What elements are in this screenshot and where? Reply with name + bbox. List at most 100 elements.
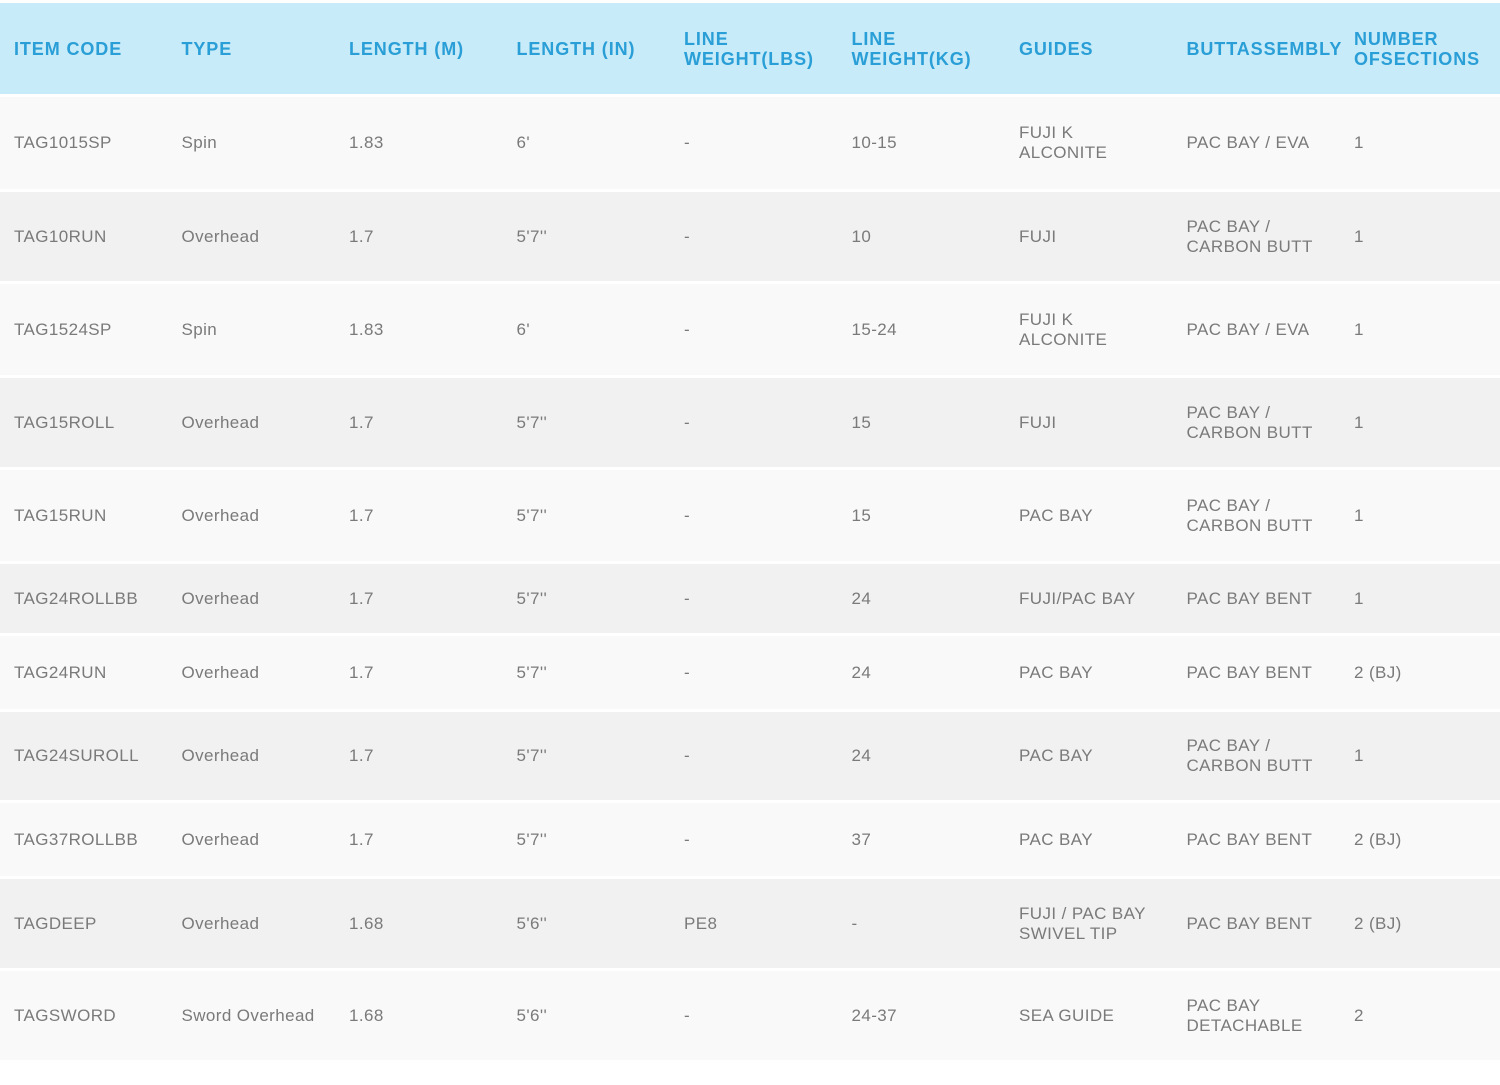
cell-line: TAG15RUN (14, 505, 107, 525)
table-cell: TAG24SUROLL (0, 712, 168, 803)
table-cell: 2 (BJ) (1340, 879, 1500, 971)
cell-line: FUJI (1019, 412, 1057, 432)
cell-line: ALCONITE (1019, 329, 1108, 349)
table-cell: Overhead (167, 378, 335, 470)
table-cell: 10 (837, 192, 1005, 284)
column-header: NUMBER OFSECTIONS (1340, 0, 1500, 97)
table-cell: PAC BAY (1005, 712, 1173, 803)
table-row: TAG15RUN Overhead 1.7 5'7'' - 15 PAC BAY PAC BA… (0, 470, 1500, 564)
column-header: LINE WEIGHT(LBS) (670, 0, 838, 97)
cell-line: 24-37 (851, 1005, 897, 1025)
cell-line: LENGTH (IN) (516, 38, 636, 59)
cell-line: 5'7'' (516, 412, 548, 432)
cell-line: - (684, 133, 691, 152)
table-cell: PAC BAY (1005, 470, 1173, 564)
cell-line: 1 (1354, 133, 1364, 152)
table-cell: 1.7 (335, 712, 503, 803)
cell-line: PAC BAY BENT (1186, 913, 1313, 933)
cell-line: 1.68 (349, 1005, 384, 1025)
cell-line: Overhead (181, 662, 260, 682)
table-row: TAG37ROLLBB Overhead 1.7 5'7'' - 37 PAC BAY PAC… (0, 803, 1500, 879)
cell-line: Overhead (181, 913, 260, 933)
table-cell: 2 (BJ) (1340, 636, 1500, 712)
table-cell: TAG1524SP (0, 284, 168, 378)
table-cell: 6' (502, 97, 670, 192)
cell-line: - (684, 505, 691, 525)
cell-line: TAG37ROLLBB (14, 829, 139, 849)
table-cell: Spin (167, 97, 335, 192)
table-cell: 1.83 (335, 97, 503, 192)
cell-line: 5'7'' (516, 588, 548, 608)
table-cell: 1 (1340, 97, 1500, 192)
cell-line: Overhead (181, 505, 260, 525)
cell-line: CARBON BUTT (1186, 515, 1313, 535)
cell-line: 1.7 (349, 505, 374, 525)
cell-line: CARBON BUTT (1186, 236, 1313, 256)
table-cell: 37 (837, 803, 1005, 879)
cell-line: 15 (851, 505, 872, 525)
cell-line: FUJI K (1019, 123, 1074, 142)
cell-line: PAC BAY / EVA (1186, 133, 1310, 152)
table-cell: FUJI K ALCONITE (1005, 284, 1173, 378)
table-cell: PAC BAY / CARBON BUTT (1172, 378, 1340, 470)
table-cell: PAC BAY (1005, 803, 1173, 879)
cell-line: FUJI K (1019, 309, 1074, 329)
table-cell: TAG10RUN (0, 192, 168, 284)
table-cell: SEA GUIDE (1005, 971, 1173, 1063)
cell-line: (KG) (928, 48, 972, 69)
cell-line: 1 (1354, 226, 1364, 246)
cell-line: SWIVEL TIP (1019, 923, 1118, 943)
cell-line: 1.7 (349, 226, 374, 246)
table-cell: FUJI / PAC BAY SWIVEL TIP (1005, 879, 1173, 971)
table-cell: 5'7'' (502, 636, 670, 712)
table-cell: 5'7'' (502, 712, 670, 803)
header-row: ITEM CODE TYPE LENGTH (M) LENGTH (IN) LINE W… (0, 0, 1500, 97)
cell-line: PE8 (684, 913, 718, 933)
table-cell: 5'6'' (502, 879, 670, 971)
cell-line: Overhead (181, 226, 260, 246)
table-cell: 1 (1340, 284, 1500, 378)
table-cell: - (837, 879, 1005, 971)
cell-line: 1.7 (349, 588, 374, 608)
cell-line: (LBS) (761, 48, 814, 69)
table-cell: PAC BAY / CARBON BUTT (1172, 470, 1340, 564)
table-cell: TAG15ROLL (0, 378, 168, 470)
cell-line: 15 (851, 412, 872, 432)
cell-line: - (684, 662, 691, 682)
cell-line: - (684, 412, 691, 432)
cell-line: Overhead (181, 829, 260, 849)
cell-line: PAC BAY / (1186, 736, 1271, 755)
cell-line: 6' (516, 133, 531, 152)
cell-line: 1 (1354, 746, 1364, 765)
table-cell: 5'7'' (502, 564, 670, 636)
table-cell: FUJI K ALCONITE (1005, 97, 1173, 192)
table-cell: - (670, 971, 838, 1063)
cell-line: LINE WEIGHT (851, 28, 929, 69)
cell-line: TAG24ROLLBB (14, 588, 139, 608)
table-cell: Overhead (167, 803, 335, 879)
cell-line: TYPE (181, 38, 233, 59)
cell-line: 2 (BJ) (1354, 662, 1402, 682)
table-cell: 1 (1340, 470, 1500, 564)
cell-line: 10-15 (851, 133, 897, 152)
table-row: TAG1015SP Spin 1.83 6' - 10-15 FUJI K ALCONITE P… (0, 97, 1500, 192)
table-row: TAG15ROLL Overhead 1.7 5'7'' - 15 FUJI PAC BAY … (0, 378, 1500, 470)
cell-line: 1 (1354, 505, 1364, 525)
table-body: TAG1015SP Spin 1.83 6' -10-15 FUJI K ALCONITE P… (0, 97, 1500, 1063)
cell-line: 24 (851, 746, 872, 765)
table-cell: FUJI (1005, 192, 1173, 284)
table-row: TAG10RUN Overhead 1.7 5'7'' - 10 FUJI PAC BAY /… (0, 192, 1500, 284)
cell-line: 1 (1354, 412, 1364, 432)
table-cell: 5'7'' (502, 192, 670, 284)
cell-line: TAG10RUN (14, 226, 107, 246)
cell-line: - (684, 319, 691, 339)
table-cell: TAG15RUN (0, 470, 168, 564)
cell-line: 5'6'' (516, 913, 548, 933)
table-cell: Overhead (167, 636, 335, 712)
table-row: TAG24SUROLL Overhead 1.7 5'7'' - 24 PAC BAY PAC… (0, 712, 1500, 803)
table-cell: - (670, 284, 838, 378)
table-cell: 10-15 (837, 97, 1005, 192)
column-header: LENGTH (IN) (502, 0, 670, 97)
table-cell: PAC BAY / EVA (1172, 97, 1340, 192)
cell-line: 5'6'' (516, 1005, 548, 1025)
